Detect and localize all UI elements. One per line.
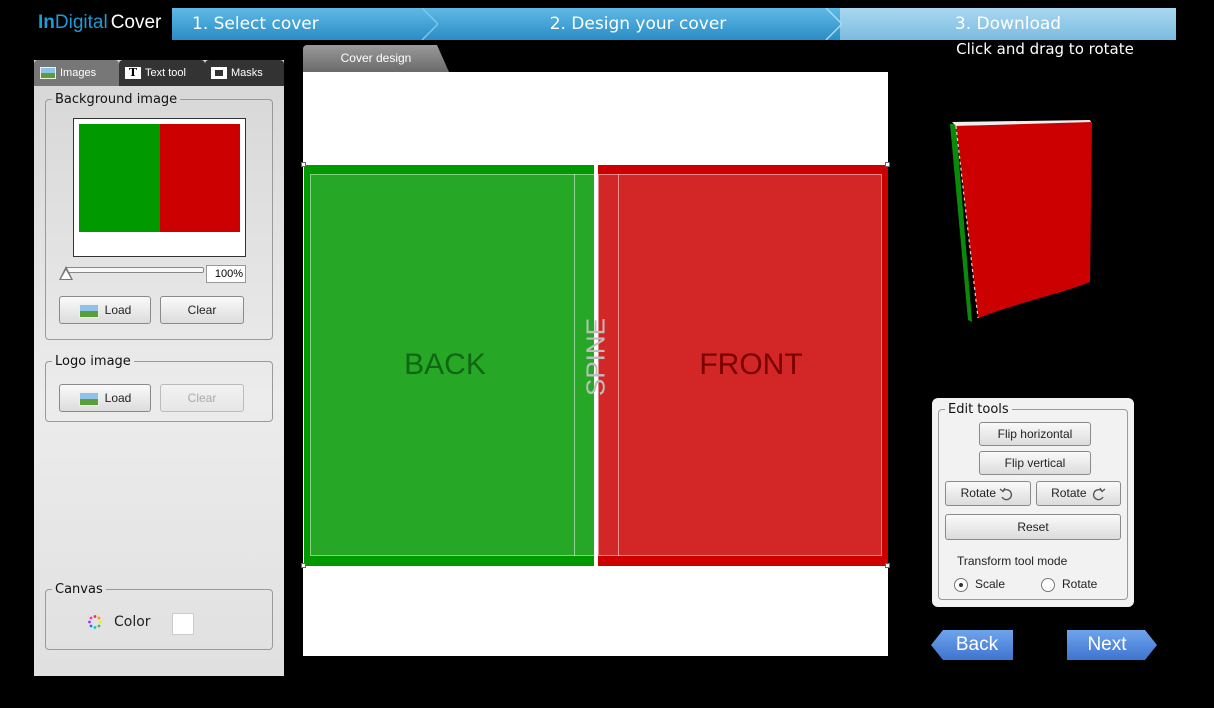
spine-guide-right (618, 174, 619, 556)
load-logo-button[interactable]: Load (59, 384, 151, 412)
text-tool-icon: T (125, 67, 141, 80)
load-background-button[interactable]: Load (59, 296, 151, 324)
canvas-color-label: Color (114, 614, 151, 630)
mask-icon (211, 67, 227, 80)
rotate-mode-label: Rotate (1062, 577, 1098, 591)
edit-tools-title: Edit tools (948, 402, 1009, 417)
step-select-cover[interactable]: 1. Select cover (172, 8, 436, 40)
spine-label: SPINE (580, 317, 611, 397)
background-preview-green (79, 124, 160, 232)
back-label: BACK (404, 348, 486, 381)
transform-mode-label: Transform tool mode (957, 554, 1068, 568)
rotate-right-icon (1092, 487, 1106, 501)
scale-mode-label: Scale (975, 577, 1006, 591)
tab-notch (437, 45, 449, 72)
canvas-color-swatch[interactable] (172, 613, 194, 635)
image-icon (78, 303, 99, 318)
clear-background-button[interactable]: Clear (160, 296, 244, 324)
image-icon (40, 67, 56, 80)
step-separator-icon (421, 8, 438, 40)
rotate-ccw-button[interactable]: Rotate (945, 481, 1031, 506)
step-download[interactable]: 3. Download (840, 8, 1176, 40)
reset-button[interactable]: Reset (945, 514, 1121, 540)
rotate-cw-button[interactable]: Rotate (1036, 481, 1121, 506)
tab-masks[interactable]: Masks (205, 60, 284, 86)
tab-text-tool[interactable]: T Text tool (119, 60, 205, 86)
front-label: FRONT (699, 348, 803, 381)
resize-handle-top-left[interactable] (301, 162, 306, 167)
rotate-mode-radio[interactable] (1041, 578, 1055, 592)
scale-mode-radio[interactable] (954, 578, 968, 592)
book-3d-preview[interactable] (940, 112, 1100, 327)
resize-handle-top-right[interactable] (885, 162, 890, 167)
tab-images[interactable]: Images (34, 60, 119, 86)
color-wheel-icon (88, 615, 102, 629)
image-icon (78, 391, 99, 406)
flip-horizontal-button[interactable]: Flip horizontal (979, 422, 1091, 446)
flip-vertical-button[interactable]: Flip vertical (979, 451, 1091, 475)
canvas-title: Canvas (55, 582, 103, 597)
zoom-value[interactable]: 100% (206, 265, 246, 283)
back-button[interactable]: Back (931, 630, 1013, 660)
tab-cover-design[interactable]: Cover design (303, 45, 449, 72)
left-panel-tabs: Images T Text tool Masks (34, 60, 284, 86)
step-design-cover[interactable]: 2. Design your cover (436, 8, 840, 40)
clear-logo-button[interactable]: Clear (160, 384, 244, 412)
background-image-title: Background image (55, 92, 178, 107)
spine-guide-left (574, 174, 575, 556)
rotate-left-icon (999, 487, 1013, 501)
logo-image-title: Logo image (55, 354, 131, 369)
zoom-slider-handle-inner (61, 270, 71, 279)
resize-handle-bottom-right[interactable] (885, 563, 890, 568)
next-button[interactable]: Next (1067, 630, 1157, 660)
zoom-slider[interactable] (65, 267, 204, 273)
canvas-group: Canvas (45, 582, 273, 650)
background-preview-red (160, 124, 240, 232)
resize-handle-bottom-left[interactable] (301, 563, 306, 568)
step-separator-icon (825, 8, 842, 40)
app-logo: InDigital Cover (32, 8, 172, 40)
preview-hint: Click and drag to rotate (956, 40, 1134, 58)
